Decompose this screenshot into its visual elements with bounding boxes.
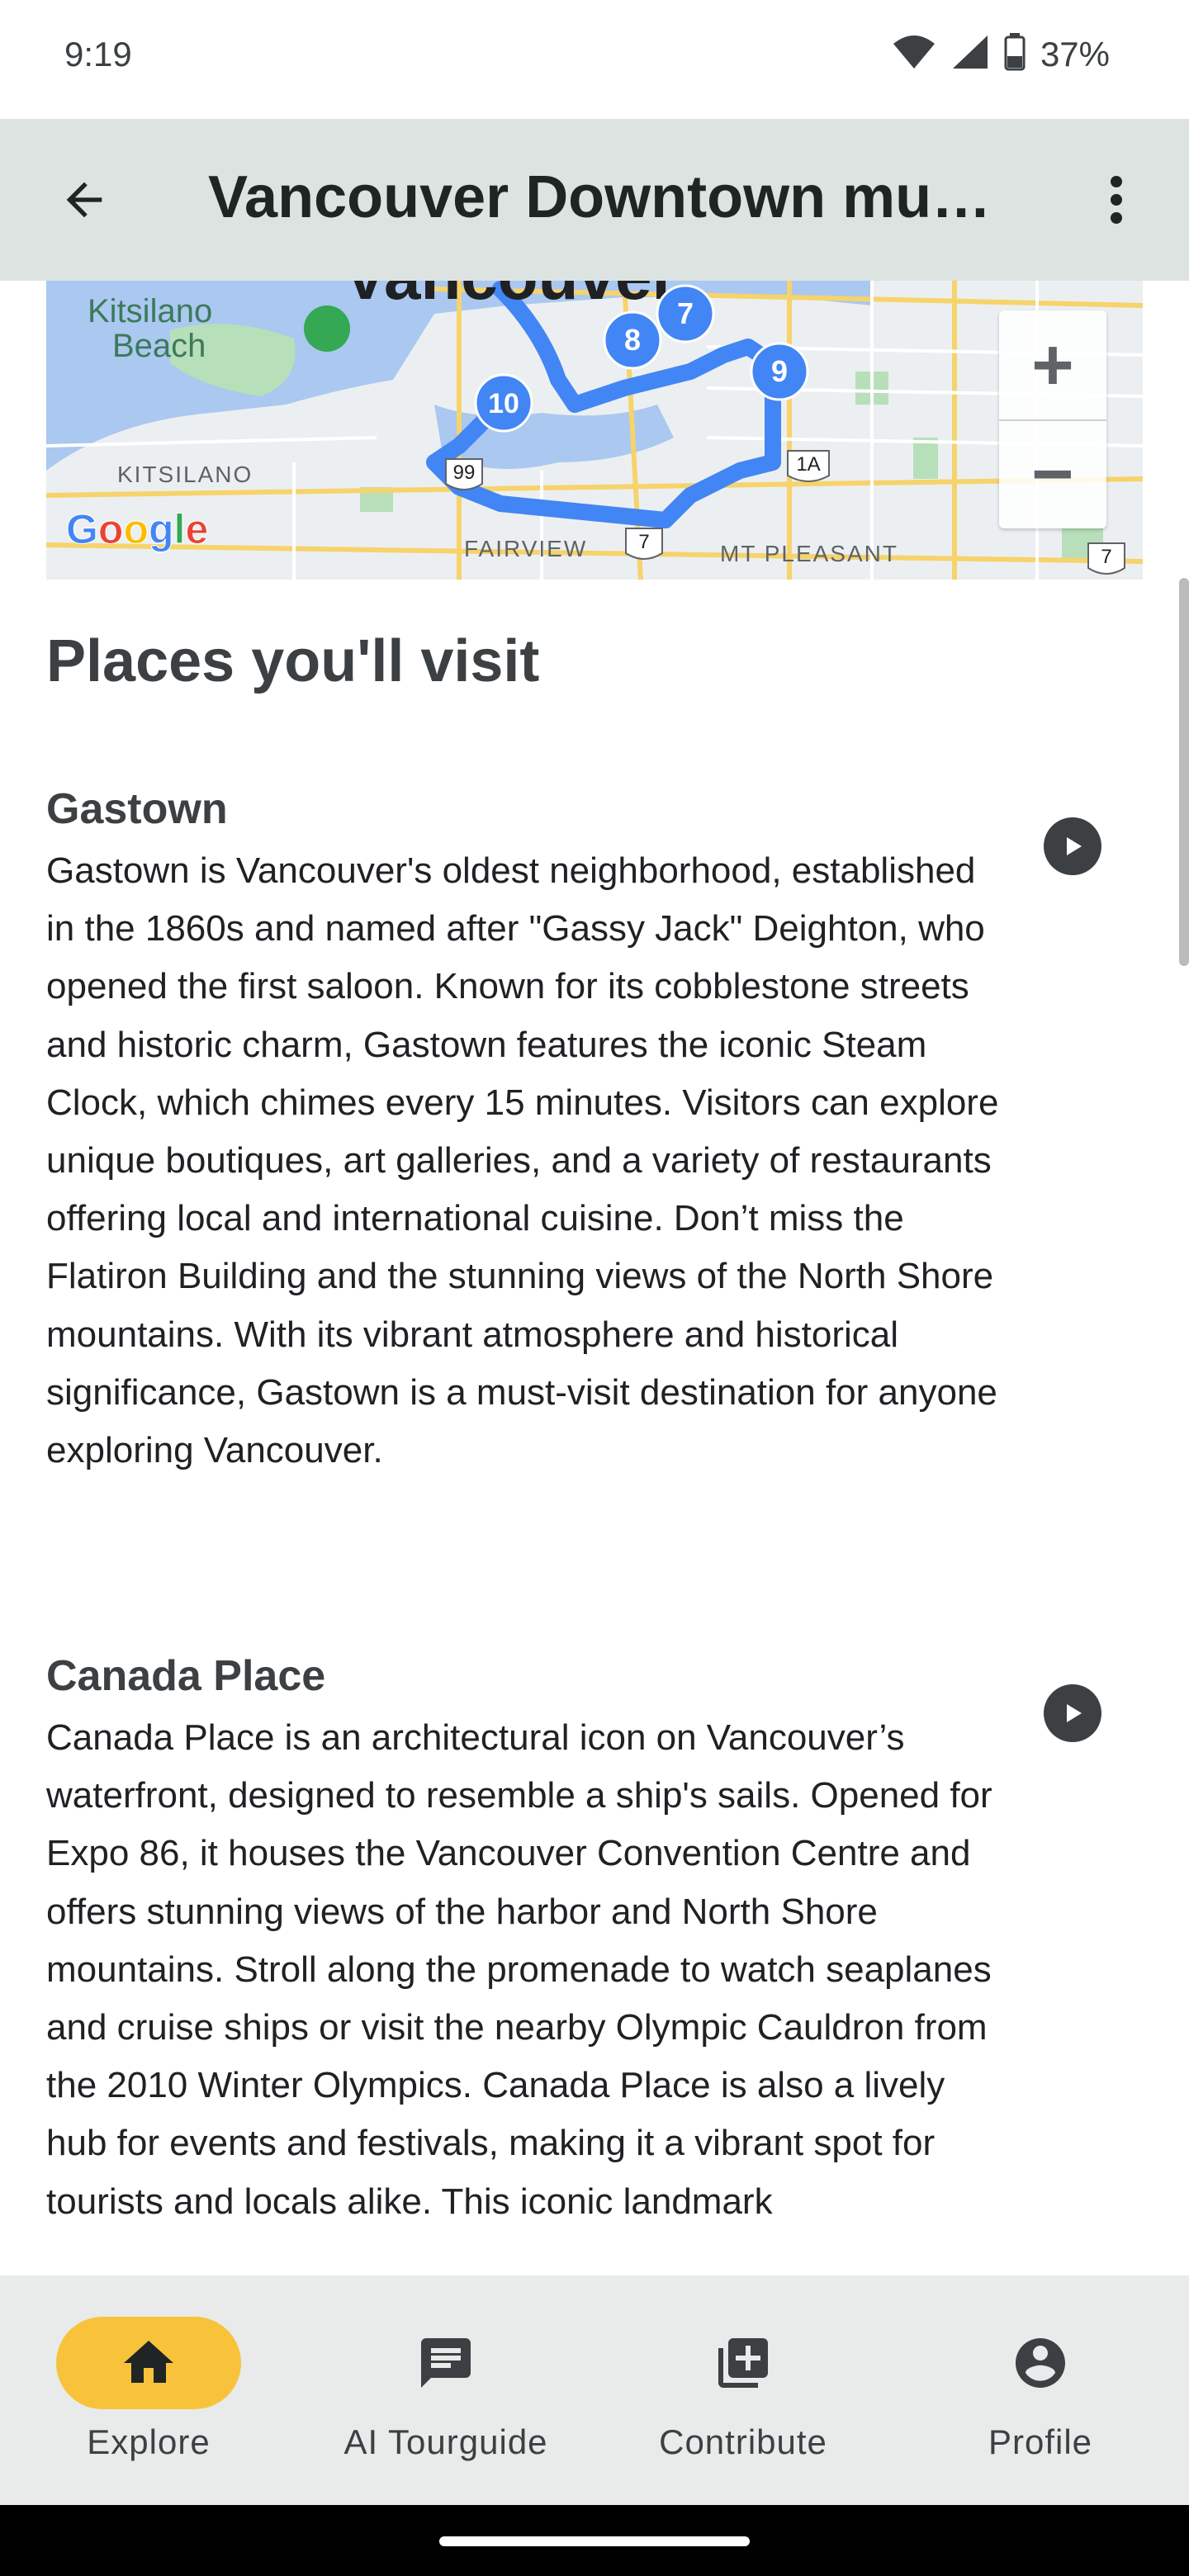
place-name: Gastown — [46, 785, 228, 833]
more-vert-icon — [1111, 176, 1122, 224]
wifi-icon — [892, 34, 936, 74]
route-marker-7[interactable]: 7 — [656, 284, 715, 343]
play-audio-button-canada-place[interactable] — [1044, 1684, 1101, 1742]
nav-icon-wrap — [948, 2317, 1133, 2409]
play-icon — [1067, 1704, 1082, 1722]
scrollbar[interactable] — [1179, 578, 1189, 966]
status-time: 9:19 — [64, 35, 132, 73]
highway-shield-99: 99 — [445, 458, 483, 490]
nav-item-explore[interactable]: Explore — [0, 2275, 297, 2505]
map-canvas: Kitsilano Beach Vancouver KITSILANO FAIR… — [46, 281, 1143, 580]
svg-text:9: 9 — [771, 354, 788, 388]
arrow-back-icon — [66, 182, 102, 218]
zoom-controls: + − — [999, 310, 1106, 528]
route-marker-9[interactable]: 9 — [750, 342, 809, 401]
map-label-kitsilano-beach-2: Beach — [112, 328, 206, 364]
chat-icon — [421, 2338, 471, 2388]
more-options-button[interactable] — [1083, 162, 1149, 238]
add-box-icon — [718, 2338, 768, 2388]
bottom-navigation: Explore AI Tourguide Contribute Profile — [0, 2275, 1189, 2505]
battery-icon — [1004, 33, 1026, 75]
google-logo: Google — [66, 506, 209, 553]
nav-item-contribute[interactable]: Contribute — [594, 2275, 892, 2505]
nav-label: AI Tourguide — [343, 2422, 548, 2461]
svg-text:10: 10 — [488, 388, 519, 419]
page-title: Vancouver Downtown mu… — [208, 164, 992, 230]
section-title: Places you'll visit — [46, 628, 540, 694]
nav-label: Profile — [988, 2422, 1093, 2461]
gesture-navigation-bar — [0, 2505, 1189, 2576]
svg-text:Google: Google — [66, 506, 208, 552]
play-icon — [1067, 837, 1082, 855]
nav-icon-wrap — [651, 2317, 836, 2409]
nav-label: Contribute — [659, 2422, 827, 2461]
svg-text:8: 8 — [624, 323, 641, 357]
zoom-in-button[interactable]: + — [999, 310, 1106, 421]
svg-text:99: 99 — [453, 462, 476, 484]
place-card-canada-place: Canada Place Canada Place is an architec… — [46, 1651, 1012, 2231]
map-label-kitsilano: KITSILANO — [117, 462, 253, 487]
place-description: Canada Place is an architectural icon on… — [46, 1717, 992, 2222]
map-label-city: Vancouver — [343, 281, 678, 313]
highway-shield-7: 7 — [625, 528, 663, 560]
status-icons: 37% — [892, 33, 1110, 75]
svg-text:7: 7 — [1101, 546, 1111, 568]
back-button[interactable] — [46, 162, 122, 238]
svg-text:1A: 1A — [796, 453, 820, 476]
zoom-out-button[interactable]: − — [999, 419, 1106, 528]
highway-shield-7-east: 7 — [1087, 542, 1125, 575]
nav-item-profile[interactable]: Profile — [892, 2275, 1189, 2505]
nav-active-indicator — [56, 2317, 241, 2409]
route-marker-8[interactable]: 8 — [603, 310, 662, 370]
account-circle-icon — [1016, 2338, 1065, 2388]
map-label-kitsilano-beach: Kitsilano — [88, 293, 212, 329]
battery-percent: 37% — [1040, 34, 1110, 73]
app-bar: Vancouver Downtown mu… — [0, 119, 1189, 281]
home-gesture-handle[interactable] — [439, 2536, 750, 2546]
route-marker-10[interactable]: 10 — [474, 373, 533, 433]
svg-text:7: 7 — [638, 531, 649, 553]
map-label-fairview: FAIRVIEW — [464, 536, 587, 561]
nav-item-ai-tourguide[interactable]: AI Tourguide — [297, 2275, 594, 2505]
play-audio-button-gastown[interactable] — [1044, 817, 1101, 875]
park-block — [913, 438, 938, 479]
place-card-gastown: Gastown Gastown is Vancouver's oldest ne… — [46, 784, 1012, 1480]
nav-label: Explore — [87, 2422, 211, 2461]
home-icon — [124, 2341, 173, 2383]
route-map[interactable]: Kitsilano Beach Vancouver KITSILANO FAIR… — [46, 281, 1143, 580]
status-bar: 9:19 37% — [0, 0, 1189, 119]
place-description: Gastown is Vancouver's oldest neighborho… — [46, 850, 999, 1471]
signal-icon — [951, 34, 989, 74]
map-label-mt-pleasant: MT PLEASANT — [720, 541, 898, 566]
svg-text:7: 7 — [677, 296, 694, 330]
place-name: Canada Place — [46, 1652, 326, 1700]
nav-icon-wrap — [353, 2317, 538, 2409]
highway-shield-1a: 1A — [787, 450, 830, 482]
